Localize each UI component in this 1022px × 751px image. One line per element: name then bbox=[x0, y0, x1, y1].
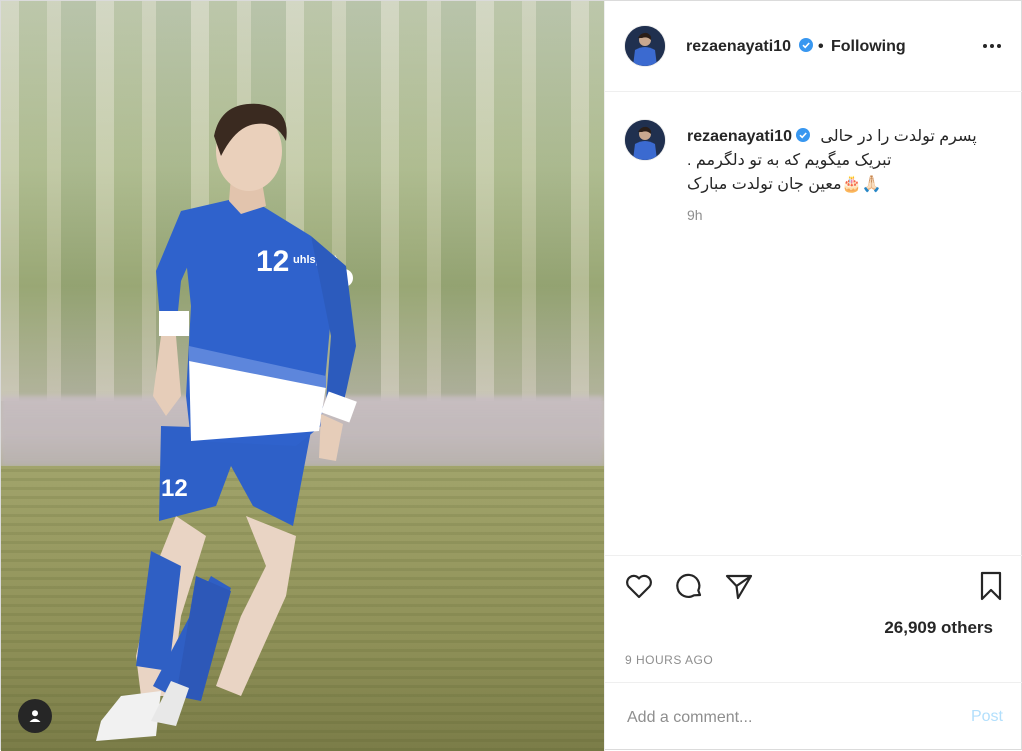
add-comment-section: Post bbox=[605, 682, 1022, 751]
user-tag-button[interactable] bbox=[18, 699, 52, 733]
bookmark-icon[interactable] bbox=[975, 570, 1007, 602]
author-username-text[interactable]: rezaenayati10 bbox=[686, 38, 791, 55]
caption-avatar-image bbox=[625, 120, 665, 160]
more-dot bbox=[983, 44, 987, 48]
caption-username[interactable]: rezaenayati10 bbox=[687, 128, 810, 145]
verified-badge-icon bbox=[799, 38, 814, 52]
author-avatar-image bbox=[625, 26, 665, 66]
comments-section: rezaenayati10 پسرم تولدت را در حالی تبری… bbox=[605, 92, 1022, 556]
comment-input[interactable] bbox=[625, 705, 929, 731]
heart-icon[interactable] bbox=[623, 570, 655, 602]
svg-text:12: 12 bbox=[256, 245, 289, 278]
caption-line-2: تبریک میگویم که به تو دلگرمم . bbox=[687, 152, 892, 169]
more-dot bbox=[990, 44, 994, 48]
verified-badge-icon bbox=[795, 128, 810, 142]
more-dot bbox=[997, 44, 1001, 48]
caption-line-3: 🙏🏻🎂معین جان تولدت مبارک bbox=[687, 176, 882, 193]
instagram-post: 12 12 uhlsport rezaenayati10 • Following… bbox=[0, 0, 1022, 751]
caption-username-text[interactable]: rezaenayati10 bbox=[687, 128, 792, 145]
paper-plane-icon[interactable] bbox=[723, 570, 755, 602]
football-player-illustration: 12 12 uhlsport bbox=[96, 103, 357, 741]
caption-author-avatar[interactable] bbox=[625, 120, 665, 160]
svg-text:12: 12 bbox=[161, 475, 188, 502]
following-button[interactable]: Following bbox=[831, 38, 906, 56]
likes-count[interactable]: 26,909 others bbox=[884, 618, 993, 638]
post-header: rezaenayati10 • Following bbox=[605, 1, 1022, 92]
post-caption: rezaenayati10 پسرم تولدت را در حالی تبری… bbox=[687, 125, 987, 197]
caption-timestamp[interactable]: 9h bbox=[687, 207, 703, 223]
post-actions bbox=[605, 556, 1022, 616]
post-timestamp[interactable]: 9 HOURS AGO bbox=[625, 653, 713, 667]
post-comment-button[interactable]: Post bbox=[971, 708, 1003, 726]
user-tag-icon bbox=[29, 710, 41, 722]
post-photo[interactable]: 12 12 uhlsport bbox=[1, 1, 604, 751]
post-sidebar: rezaenayati10 • Following rezaenayati10 … bbox=[604, 1, 1022, 751]
follow-separator: • bbox=[818, 38, 824, 55]
author-username[interactable]: rezaenayati10 bbox=[686, 38, 814, 56]
caption-line-1: پسرم تولدت را در حالی bbox=[820, 128, 977, 145]
more-options-icon[interactable] bbox=[979, 35, 1005, 57]
author-avatar[interactable] bbox=[625, 26, 665, 66]
comment-bubble-icon[interactable] bbox=[673, 570, 705, 602]
